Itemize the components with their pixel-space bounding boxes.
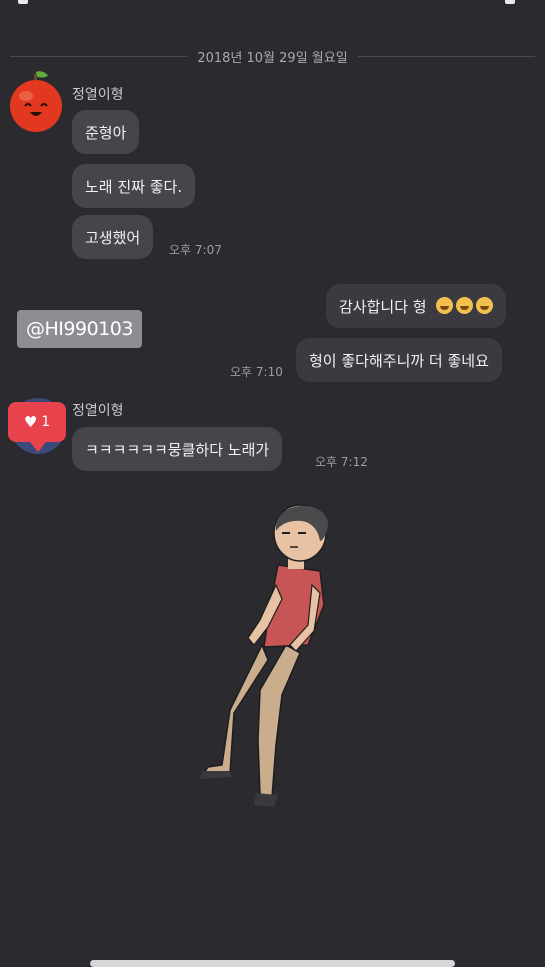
back-icon[interactable] [18,0,28,4]
message-bubble[interactable]: 준형아 [72,110,140,154]
apple-face-avatar-icon[interactable] [6,68,66,134]
like-reaction-badge[interactable]: ♥ 1 [8,402,66,452]
divider [357,55,536,57]
rofl-emoji-icon [455,296,473,314]
cartoon-man-sticker[interactable] [190,495,360,815]
emoji-group [433,296,493,317]
date-label: 2018년 10월 29일 월요일 [197,50,348,66]
sender-name: 정열이형 [72,87,124,103]
home-indicator [90,960,455,967]
mention-tag-sticker[interactable]: @HI990103 [17,310,142,348]
menu-icon[interactable] [505,0,515,4]
date-separator: 2018년 10월 29일 월요일 [10,44,536,68]
message-text: 감사합니다 형 [339,297,427,316]
rofl-emoji-icon [475,296,493,314]
message-time: 오후 7:07 [169,243,222,257]
my-message-bubble[interactable]: 감사합니다 형 [326,284,506,328]
divider [10,55,188,57]
heart-icon: ♥ [23,413,38,431]
sender-name: 정열이형 [72,403,124,419]
message-time: 오후 7:12 [315,455,368,469]
message-bubble[interactable]: ㅋㅋㅋㅋㅋㅋ뭉클하다 노래가 [72,427,283,471]
message-bubble[interactable]: 노래 진짜 좋다. [72,164,196,208]
message-bubble[interactable]: 고생했어 [72,215,154,259]
message-time: 오후 7:10 [230,365,283,379]
my-message-bubble[interactable]: 형이 좋다해주니까 더 좋네요 [296,338,502,382]
rofl-emoji-icon [435,296,453,314]
top-bar [0,0,545,10]
reaction-count: 1 [41,414,51,430]
